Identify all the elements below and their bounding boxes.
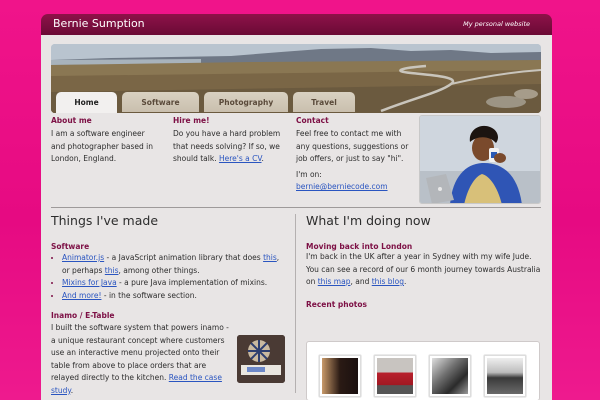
inamo-heading: Inamo / E-Table [51, 311, 115, 320]
cv-link[interactable]: Here's a CV [219, 154, 262, 163]
inamo-body: I built the software system that powers … [51, 323, 229, 395]
site-tagline: My personal website [463, 20, 530, 28]
inamo-thumbnail[interactable] [237, 335, 285, 383]
hire-section: Hire me! Do you have a hard problem that… [173, 116, 285, 166]
this-blog-link[interactable]: this blog [372, 277, 404, 286]
animatorjs-link[interactable]: Animator.js [62, 253, 104, 262]
tab-travel[interactable]: Travel [293, 92, 355, 112]
email-link[interactable]: bernie@berniecode.com [296, 182, 388, 191]
list-item-text: - a JavaScript animation library that do… [104, 253, 264, 262]
recent-photos-heading: Recent photos [306, 299, 367, 309]
list-item: Mixins for Java - a pure Java implementa… [62, 277, 287, 290]
recent-photo[interactable] [429, 355, 471, 397]
and-more-link[interactable]: And more! [62, 291, 101, 300]
column-divider [295, 214, 296, 393]
recent-photo[interactable] [319, 355, 361, 397]
main-nav-tabs: Home Software Photography Travel [56, 92, 360, 113]
list-item-text: , among other things. [118, 265, 200, 275]
this-map-link[interactable]: this map [318, 277, 351, 286]
recent-photo[interactable] [374, 355, 416, 397]
news-text: , and [350, 277, 372, 286]
software-list: Animator.js - a JavaScript animation lib… [62, 252, 287, 302]
site-container: Bernie Sumption My personal website Home… [41, 14, 552, 400]
tab-photography[interactable]: Photography [204, 92, 288, 112]
site-title[interactable]: Bernie Sumption [53, 17, 145, 30]
contact-heading: Contact [296, 116, 329, 125]
list-item: And more! - in the software section. [62, 290, 287, 303]
things-title: Things I've made [51, 213, 159, 228]
list-item-text: - in the software section. [101, 290, 197, 300]
im-on-label: I'm on: [296, 169, 322, 179]
list-item-text: - a pure Java implementation of mixins. [116, 278, 268, 287]
about-heading: About me [51, 116, 92, 125]
this-link-1[interactable]: this [263, 253, 277, 262]
news-body: I'm back in the UK after a year in Sydne… [306, 251, 542, 289]
this-link-2[interactable]: this [105, 266, 119, 275]
contact-body: Feel free to contact me with any questio… [296, 129, 409, 163]
header-bar: Bernie Sumption My personal website [41, 14, 552, 35]
tab-software[interactable]: Software [122, 92, 199, 112]
things-ive-made-section: Things I've made Software Animator.js - … [51, 213, 287, 397]
mixins-java-link[interactable]: Mixins for Java [62, 278, 117, 287]
hire-heading: Hire me! [173, 116, 210, 125]
hire-body: Do you have a hard problem that needs so… [173, 129, 281, 163]
recent-photo[interactable] [484, 355, 526, 397]
software-heading: Software [51, 242, 90, 251]
doing-title: What I'm doing now [306, 213, 431, 228]
tab-home[interactable]: Home [56, 92, 117, 113]
about-body: I am a software engineer and photographe… [51, 129, 154, 163]
about-section: About me I am a software engineer and ph… [51, 116, 161, 166]
section-divider [51, 207, 541, 208]
recent-photos-box [306, 341, 540, 400]
news-text: . [404, 277, 407, 286]
news-heading: Moving back into London [306, 242, 413, 251]
contact-im-line: I'm on: bernie@berniecode.com [296, 169, 414, 194]
portrait-photo [419, 115, 541, 204]
contact-section: Contact Feel free to contact me with any… [296, 116, 414, 194]
doing-now-section: What I'm doing now Moving back into Lond… [306, 213, 542, 400]
list-item: Animator.js - a JavaScript animation lib… [62, 252, 287, 277]
